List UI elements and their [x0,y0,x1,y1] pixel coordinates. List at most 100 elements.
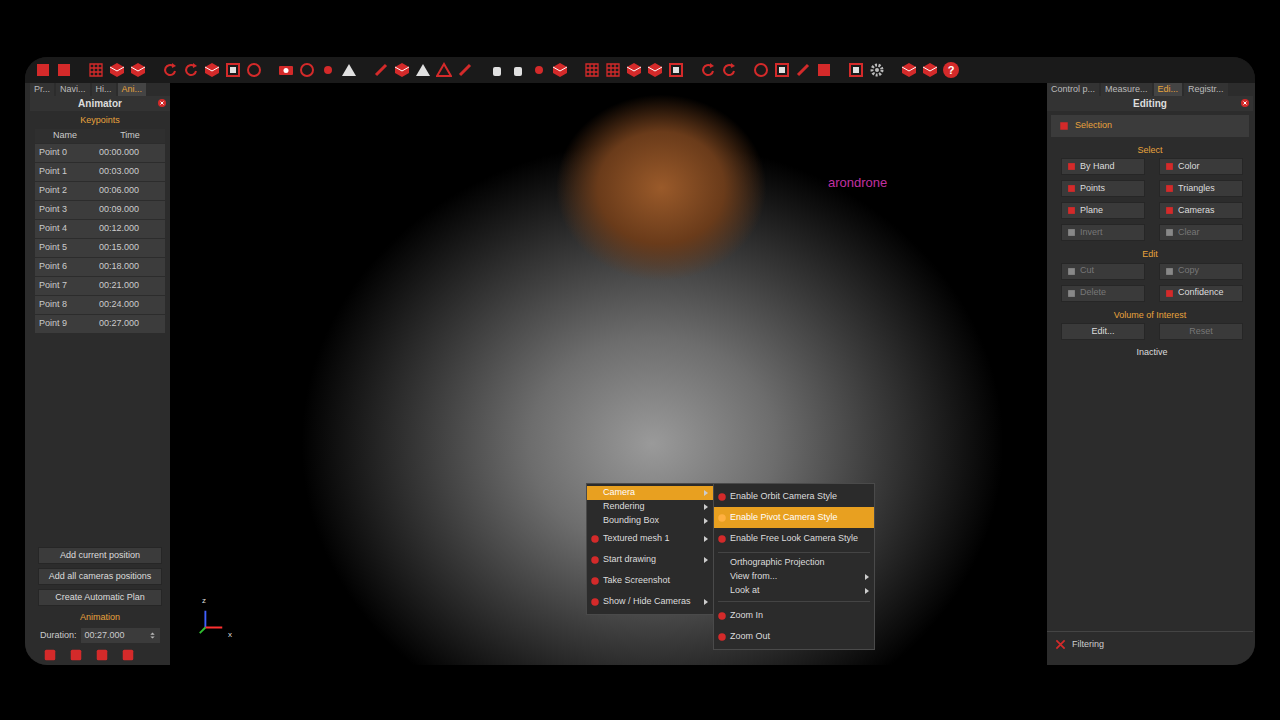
table-cell[interactable]: 00:21.000 [95,279,165,293]
table-cell[interactable]: Point 9 [35,317,95,331]
tool-cube-icon[interactable] [922,62,938,78]
help-button[interactable]: ? [943,62,959,78]
table-cell[interactable]: Point 5 [35,241,95,255]
tool-cube-icon[interactable] [552,62,568,78]
panel-tab[interactable]: Edi... [1154,83,1183,96]
tool-arrow-icon[interactable] [162,62,178,78]
table-row[interactable]: Point 200:06.000 [35,182,165,201]
table-cell[interactable]: Point 4 [35,222,95,236]
menu-item[interactable]: Zoom Out [714,626,874,647]
column-header[interactable]: Time [95,129,165,143]
selection-section[interactable]: Selection [1051,115,1249,137]
spinner-icon[interactable] [149,632,156,639]
edit-button[interactable]: Triangles [1159,180,1243,197]
table-row[interactable]: Point 500:15.000 [35,239,165,258]
table-row[interactable]: Point 100:03.000 [35,163,165,182]
table-cell[interactable]: Point 7 [35,279,95,293]
tool-dot-icon[interactable] [531,62,547,78]
menu-item[interactable]: Camera [587,486,713,500]
panel-tab[interactable]: Registr... [1184,83,1228,96]
table-row[interactable]: Point 000:00.000 [35,144,165,163]
table-cell[interactable]: 00:18.000 [95,260,165,274]
tool-tri-icon[interactable] [341,62,357,78]
tool-cube-icon[interactable] [647,62,663,78]
menu-item[interactable]: Enable Pivot Camera Style [714,507,874,528]
table-cell[interactable]: Point 0 [35,146,95,160]
tool-trio-icon[interactable] [436,62,452,78]
stop-icon[interactable] [96,649,108,661]
menu-item[interactable]: Bounding Box [587,514,713,528]
menu-item[interactable]: View from... [714,570,874,584]
table-cell[interactable]: 00:00.000 [95,146,165,160]
table-cell[interactable]: 00:03.000 [95,165,165,179]
table-cell[interactable]: 00:09.000 [95,203,165,217]
rewind-icon[interactable] [44,649,56,661]
table-row[interactable]: Point 800:24.000 [35,296,165,315]
tool-circle-icon[interactable] [299,62,315,78]
menu-item[interactable]: Show / Hide Cameras [587,591,713,612]
tool-cam-icon[interactable] [278,62,294,78]
menu-item[interactable]: Take Screenshot [587,570,713,591]
menu-item[interactable]: Zoom In [714,605,874,626]
tool-pen-icon[interactable] [373,62,389,78]
column-header[interactable]: Name [35,129,95,143]
menu-item[interactable]: Start drawing [587,549,713,570]
panel-tab[interactable]: Hi... [92,83,116,96]
tool-frameq-icon[interactable] [225,62,241,78]
duration-field[interactable]: 00:27.000 [81,628,160,644]
edit-button[interactable]: Edit... [1061,323,1145,340]
panel-tab[interactable]: Navi... [56,83,90,96]
tool-arrow-icon[interactable] [721,62,737,78]
tool-frameq-icon[interactable] [774,62,790,78]
close-icon[interactable] [1241,99,1249,107]
tool-box-icon[interactable] [56,62,72,78]
filtering-section[interactable]: Filtering [1047,631,1253,666]
menu-item[interactable]: Orthographic Projection [714,556,874,570]
tool-gear-icon[interactable] [869,62,885,78]
tool-frameq-icon[interactable] [668,62,684,78]
table-cell[interactable]: Point 6 [35,260,95,274]
table-cell[interactable]: 00:12.000 [95,222,165,236]
menu-item[interactable]: Enable Free Look Camera Style [714,528,874,549]
panel-tab[interactable]: Measure... [1101,83,1152,96]
tool-cube-icon[interactable] [626,62,642,78]
edit-button[interactable]: By Hand [1061,158,1145,175]
tool-grid-icon[interactable] [584,62,600,78]
menu-item[interactable]: Textured mesh 1 [587,528,713,549]
tool-tri-icon[interactable] [415,62,431,78]
table-row[interactable]: Point 900:27.000 [35,315,165,334]
tool-circle-icon[interactable] [246,62,262,78]
table-cell[interactable]: 00:27.000 [95,317,165,331]
table-row[interactable]: Point 600:18.000 [35,258,165,277]
table-cell[interactable]: Point 2 [35,184,95,198]
edit-button[interactable]: Color [1159,158,1243,175]
tool-cube-icon[interactable] [204,62,220,78]
animator-button[interactable]: Create Automatic Plan [38,589,162,606]
edit-button[interactable]: Plane [1061,202,1145,219]
tool-pen-icon[interactable] [795,62,811,78]
panel-tab[interactable]: Ani... [118,83,147,96]
table-cell[interactable]: 00:24.000 [95,298,165,312]
tool-grid-icon[interactable] [605,62,621,78]
panel-tab[interactable]: Control p... [1047,83,1099,96]
tool-grid-icon[interactable] [88,62,104,78]
table-row[interactable]: Point 400:12.000 [35,220,165,239]
animator-button[interactable]: Add all cameras positions [38,568,162,585]
tool-arrow-icon[interactable] [183,62,199,78]
play-icon[interactable] [122,649,134,661]
table-cell[interactable]: 00:06.000 [95,184,165,198]
edit-button[interactable]: Cameras [1159,202,1243,219]
panel-tab[interactable]: Pr... [30,83,54,96]
tool-box-icon[interactable] [35,62,51,78]
tool-box-icon[interactable] [816,62,832,78]
tool-pen-icon[interactable] [457,62,473,78]
menu-item[interactable]: Look at [714,584,874,598]
edit-button[interactable]: Points [1061,180,1145,197]
tool-cube-icon[interactable] [109,62,125,78]
table-row[interactable]: Point 300:09.000 [35,201,165,220]
record-icon[interactable] [70,649,82,661]
table-cell[interactable]: Point 1 [35,165,95,179]
tool-circle-icon[interactable] [753,62,769,78]
table-cell[interactable]: 00:15.000 [95,241,165,255]
tool-hand-icon[interactable] [510,62,526,78]
